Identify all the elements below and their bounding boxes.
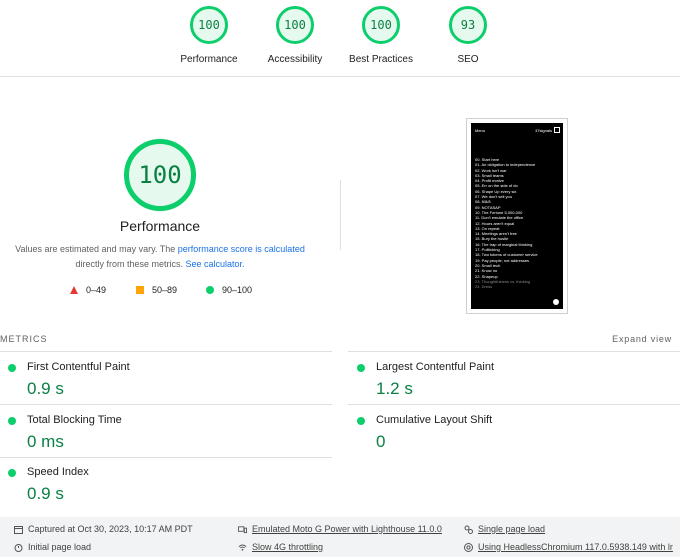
- performance-disclaimer: Values are estimated and may vary. The p…: [10, 242, 310, 272]
- scroll-circle-icon: [553, 299, 559, 305]
- metric-value: 0.9 s: [27, 379, 64, 398]
- list-item: 01. An obligation to independence: [475, 162, 536, 168]
- metric-value: 0 ms: [27, 432, 64, 451]
- divider: [348, 351, 680, 352]
- gauge-performance[interactable]: 100 Performance: [159, 6, 259, 65]
- pass-circle-icon: [8, 364, 16, 372]
- legend-pass: 90–100: [206, 285, 252, 295]
- pass-circle-icon: [206, 286, 214, 294]
- session-icon: [464, 525, 473, 534]
- browser-text: Using HeadlessChromium 117.0.5938.149 wi…: [478, 542, 673, 552]
- screenshot-menu: Menu: [475, 128, 486, 133]
- gauge-best-practices[interactable]: 100 Best Practices: [331, 6, 431, 65]
- screenshot-brand: 37signals: [535, 127, 560, 133]
- gauge-label: Performance: [180, 54, 238, 65]
- screenshot-brand-text: 37signals: [535, 127, 552, 133]
- score-calculated-link[interactable]: performance score is calculated: [178, 244, 305, 254]
- throttling-text: Slow 4G throttling: [252, 542, 324, 552]
- vertical-divider: [340, 180, 341, 250]
- divider: [348, 404, 680, 405]
- runtime-settings-footer: Captured at Oct 30, 2023, 10:17 AM PDT I…: [0, 517, 680, 557]
- captured-text: Captured at Oct 30, 2023, 10:17 AM PDT: [28, 524, 193, 534]
- screenshot-image: Menu 37signals 00. Start here 01. An obl…: [471, 123, 563, 309]
- divider: [0, 351, 332, 352]
- emulated-device[interactable]: Emulated Moto G Power with Lighthouse 11…: [238, 524, 442, 534]
- final-screenshot[interactable]: Menu 37signals 00. Start here 01. An obl…: [466, 118, 568, 314]
- metric-value: 1.2 s: [376, 379, 413, 398]
- gauge-accessibility[interactable]: 100 Accessibility: [245, 6, 345, 65]
- pass-circle-icon: [8, 417, 16, 425]
- see-calculator-link[interactable]: See calculator.: [185, 259, 244, 269]
- gauge-label: Accessibility: [267, 54, 323, 65]
- score-ring: 100: [276, 6, 314, 44]
- metrics-heading: METRICS: [0, 334, 48, 344]
- legend-range: 50–89: [152, 285, 178, 295]
- list-item: 18. Two tokens of customer service: [475, 252, 538, 258]
- gauge-seo[interactable]: 93 SEO: [418, 6, 518, 65]
- pass-circle-icon: [357, 364, 365, 372]
- score-ring: 100: [362, 6, 400, 44]
- browser-version[interactable]: Using HeadlessChromium 117.0.5938.149 wi…: [464, 542, 673, 552]
- metric-name: Largest Contentful Paint: [376, 361, 495, 373]
- timer-icon: [14, 543, 23, 552]
- metric-name: Speed Index: [27, 466, 89, 478]
- divider: [0, 457, 332, 458]
- legend-range: 90–100: [222, 285, 253, 295]
- wifi-icon: [238, 543, 247, 552]
- single-page-load[interactable]: Single page load: [464, 524, 545, 534]
- metric-value: 0: [376, 432, 386, 451]
- metric-name: Cumulative Layout Shift: [376, 414, 493, 426]
- brand-logo-icon: [554, 127, 560, 133]
- session-text: Single page load: [478, 524, 546, 534]
- top-divider: [0, 76, 680, 77]
- initial-load-text: Initial page load: [28, 542, 92, 552]
- disclaimer-text: Values are estimated and may vary. The: [15, 244, 178, 254]
- performance-score-gauge: 100: [124, 139, 196, 211]
- emulated-text: Emulated Moto G Power with Lighthouse 11…: [252, 524, 442, 534]
- legend-range: 0–49: [86, 285, 107, 295]
- pass-circle-icon: [357, 417, 365, 425]
- fail-triangle-icon: [70, 286, 78, 294]
- disclaimer-text-2: directly from these metrics.: [75, 259, 186, 269]
- chrome-icon: [464, 542, 473, 552]
- legend-fail: 0–49: [70, 285, 106, 295]
- performance-title: Performance: [119, 218, 201, 234]
- legend-average: 50–89: [136, 285, 177, 295]
- score-ring: 93: [449, 6, 487, 44]
- captured-at: Captured at Oct 30, 2023, 10:17 AM PDT: [14, 524, 193, 534]
- gauge-label: SEO: [457, 54, 479, 65]
- metric-value: 0.9 s: [27, 484, 64, 503]
- metric-name: First Contentful Paint: [27, 361, 130, 373]
- list-item: 24. Dress: [475, 284, 493, 290]
- divider: [0, 404, 332, 405]
- average-square-icon: [136, 286, 144, 294]
- network-throttling[interactable]: Slow 4G throttling: [238, 542, 323, 552]
- gauge-label: Best Practices: [349, 54, 413, 65]
- devices-icon: [238, 525, 247, 534]
- initial-page-load: Initial page load: [14, 542, 91, 552]
- screenshot-list: 00. Start here 01. An obligation to inde…: [475, 157, 538, 289]
- metric-name: Total Blocking Time: [27, 414, 122, 426]
- expand-view-toggle[interactable]: Expand view: [612, 334, 672, 344]
- pass-circle-icon: [8, 469, 16, 477]
- calendar-icon: [14, 525, 23, 534]
- score-ring: 100: [190, 6, 228, 44]
